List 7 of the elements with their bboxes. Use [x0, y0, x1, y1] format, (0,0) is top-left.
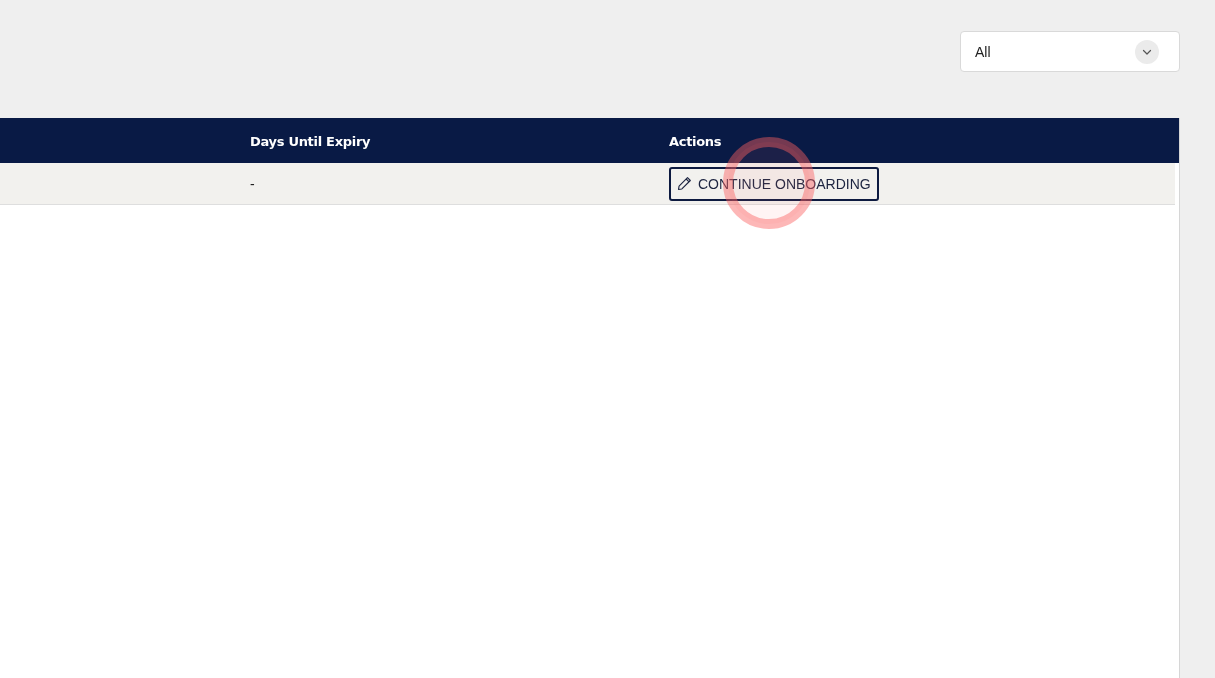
- table-cell: -: [250, 175, 255, 192]
- continue-onboarding-button[interactable]: CONTINUE ONBOARDING: [669, 166, 879, 201]
- column-header: Days Until Expiry: [250, 133, 371, 149]
- column-header: Actions: [669, 133, 722, 149]
- pencil-icon: [677, 176, 692, 191]
- filter-dropdown[interactable]: All: [960, 31, 1180, 72]
- chevron-down-icon: [1135, 39, 1159, 64]
